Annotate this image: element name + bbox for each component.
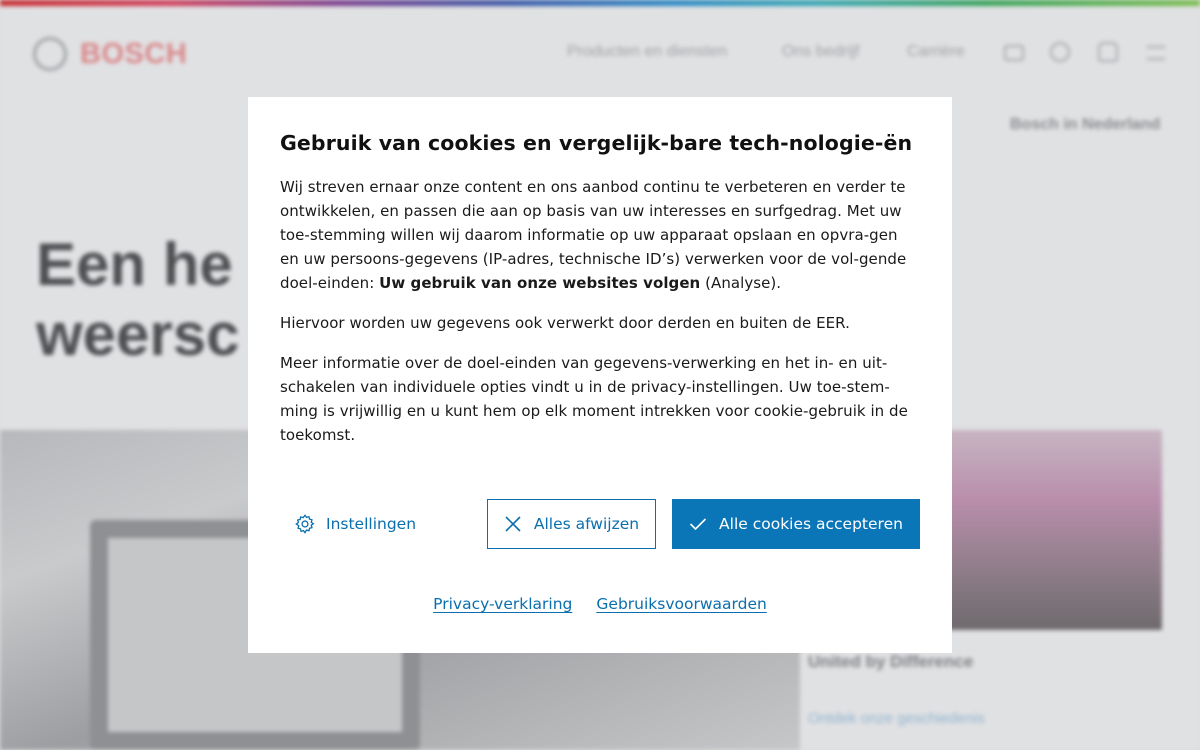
dialog-paragraph-third-parties: Hiervoor worden uw gegevens ook verwerkt…: [280, 314, 850, 332]
locale-label: Bosch in Nederland: [1010, 116, 1161, 133]
checkmark-icon: [689, 518, 707, 531]
nav-company: Ons bedrijf: [782, 43, 860, 60]
dialog-paragraph-purposes: Wij streven ernaar onze content en ons a…: [280, 175, 920, 295]
terms-of-use-link[interactable]: Gebruiksvoorwaarden: [596, 595, 766, 613]
teaser-link: Ontdek onze geschiedenis: [808, 710, 985, 727]
accept-all-label: Alle cookies accepteren: [719, 515, 903, 533]
bosch-logo-text: BOSCH: [80, 38, 188, 70]
settings-button[interactable]: Instellingen: [294, 511, 416, 537]
dialog-footer-links: Privacy-verklaring Gebruiksvoorwaarden: [248, 595, 952, 613]
hero-heading-line2: weersc: [36, 301, 240, 368]
dialog-actions: Instellingen Alles afwijzen Alle cookies…: [280, 499, 920, 549]
bosch-logo-icon: [33, 37, 67, 71]
reject-all-button[interactable]: Alles afwijzen: [487, 499, 656, 549]
search-icon: [1050, 42, 1070, 62]
mail-icon: [1004, 45, 1024, 61]
brand-rainbow-bar: [0, 0, 1200, 6]
hero-heading: Een he weersc: [36, 230, 240, 370]
dialog-paragraph-more-info: Meer informatie over de doel-einden van …: [280, 354, 908, 444]
dialog-title: Gebruik van cookies en vergelijk-bare te…: [280, 131, 913, 155]
accept-all-button[interactable]: Alle cookies accepteren: [672, 499, 920, 549]
settings-button-label: Instellingen: [326, 515, 417, 533]
purposes-suffix: (Analyse).: [700, 274, 782, 292]
nav-careers: Carrière: [907, 43, 965, 60]
gear-icon: [295, 514, 315, 534]
nav-products-services: Producten en diensten: [567, 43, 728, 60]
close-icon: [505, 516, 521, 532]
shopping-bag-icon: [1098, 42, 1118, 62]
menu-icon: [1146, 46, 1166, 60]
purposes-highlight: Uw gebruik van onze websites volgen: [379, 274, 701, 292]
hero-heading-line1: Een he: [36, 231, 233, 298]
privacy-statement-link[interactable]: Privacy-verklaring: [433, 595, 572, 613]
cookie-consent-dialog: Gebruik van cookies en vergelijk-bare te…: [248, 97, 952, 653]
reject-all-label: Alles afwijzen: [533, 515, 640, 533]
teaser-caption: United by Difference: [808, 652, 974, 671]
